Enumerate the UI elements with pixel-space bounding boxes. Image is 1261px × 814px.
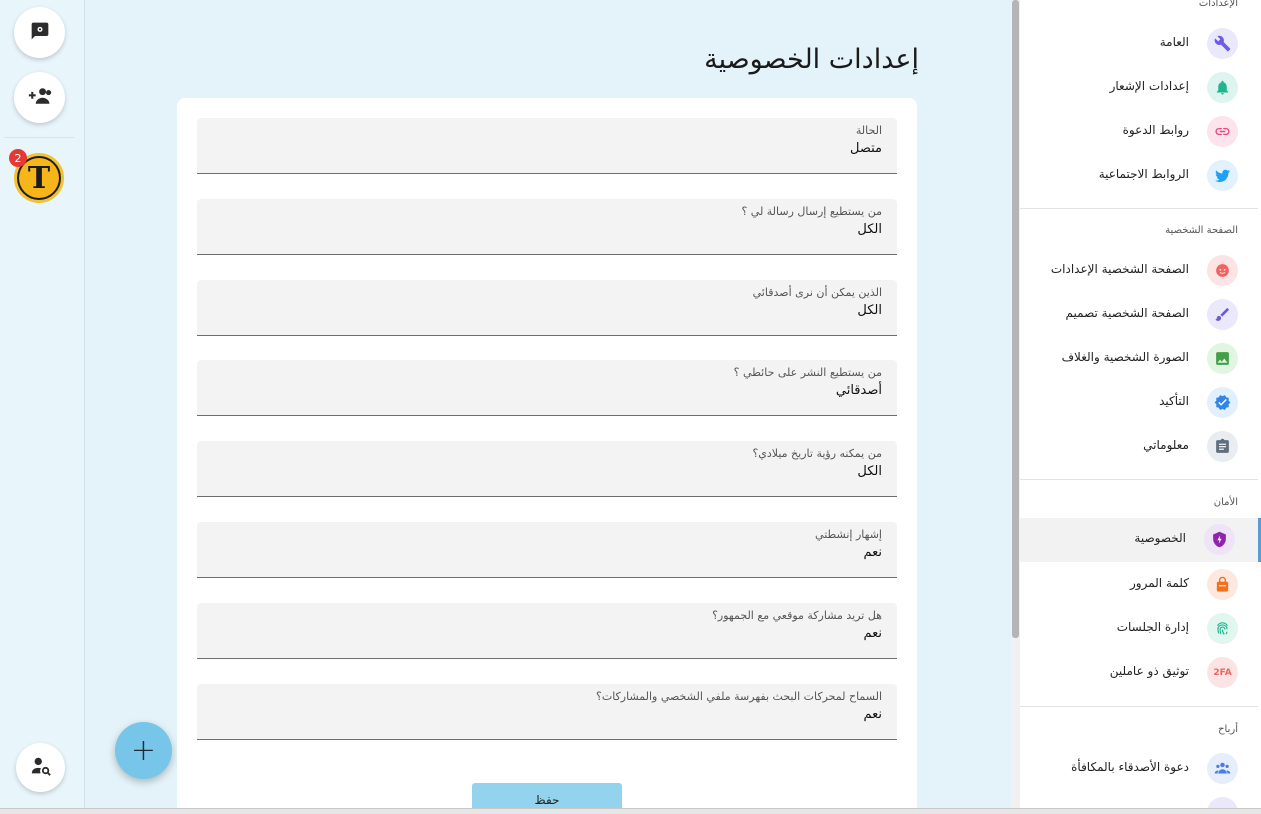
avatar-logo: T	[19, 158, 59, 198]
sidebar-item-label: الخصوصية	[1134, 531, 1186, 545]
section-title-earnings: أرباح	[1218, 724, 1238, 735]
sidebar-item-invite-friends[interactable]: دعوة الأصدقاء بالمكافأة	[1020, 747, 1261, 791]
section-title-settings: الإعدادات	[1198, 0, 1238, 9]
sidebar-item-invite-links[interactable]: روابط الدعوة	[1020, 110, 1261, 154]
chat-settings-icon	[30, 21, 50, 45]
sidebar-item-profile-settings[interactable]: الصفحة الشخصية الإعدادات	[1020, 249, 1261, 293]
shield-icon	[1204, 524, 1235, 555]
sidebar-item-label: إعدادات الإشعار	[1109, 79, 1189, 93]
verified-icon	[1207, 387, 1238, 418]
sidebar-item-label: معلوماتي	[1143, 438, 1189, 452]
fingerprint-icon	[1207, 613, 1238, 644]
sidebar-item-sessions[interactable]: إدارة الجلسات	[1020, 607, 1261, 651]
status-select[interactable]: الحالة متصل	[197, 118, 897, 174]
group-icon	[1207, 753, 1238, 784]
link-icon	[1207, 116, 1238, 147]
sidebar-item-my-info[interactable]: معلوماتي	[1020, 425, 1261, 469]
who-can-message-select[interactable]: من يستطيع إرسال رسالة لي ؟ الكل	[197, 199, 897, 255]
sidebar-item-label: العامة	[1159, 35, 1189, 49]
field-value: نعم	[863, 626, 882, 641]
sidebar-item-label: الروابط الاجتماعية	[1098, 167, 1189, 181]
sidebar-item-partial[interactable]	[1020, 791, 1261, 808]
section-divider	[1020, 479, 1258, 480]
sidebar-item-avatar-cover[interactable]: الصورة الشخصية والغلاف	[1020, 337, 1261, 381]
field-value: متصل	[849, 141, 882, 156]
field-label: هل تريد مشاركة موقعي مع الجمهور؟	[712, 609, 882, 622]
main-content: إعدادات الخصوصية الحالة متصل من يستطيع إ…	[86, 0, 1010, 814]
section-divider	[1020, 706, 1258, 707]
add-friend-button[interactable]	[14, 72, 65, 123]
field-label: الذين يمكن أن نرى أصدقائي	[752, 286, 882, 299]
field-label: إشهار إنشطتي	[815, 528, 882, 541]
person-search-icon	[30, 755, 52, 781]
sidebar-item-privacy[interactable]: الخصوصية	[1020, 518, 1261, 562]
field-value: نعم	[863, 707, 882, 722]
clipboard-icon	[1207, 431, 1238, 462]
notification-badge: 2	[9, 149, 27, 167]
scrollbar-thumb[interactable]	[1012, 0, 1019, 638]
sidebar-item-label: إدارة الجلسات	[1116, 620, 1189, 634]
page-title: إعدادات الخصوصية	[704, 44, 919, 75]
page-scrollbar[interactable]	[1011, 0, 1020, 808]
field-label: السماح لمحركات البحث بفهرسة ملفي الشخصي …	[596, 690, 882, 703]
wrench-icon	[1207, 28, 1238, 59]
sidebar-item-label: الصفحة الشخصية الإعدادات	[1050, 262, 1189, 276]
sidebar-item-password[interactable]: كلمة المرور	[1020, 563, 1261, 607]
field-value: الكل	[857, 303, 882, 318]
sidebar-item-label: دعوة الأصدقاء بالمكافأة	[1071, 760, 1189, 774]
lock-icon	[1207, 569, 1238, 600]
twitter-icon	[1207, 160, 1238, 191]
section-title-profile: الصفحة الشخصية	[1165, 225, 1238, 236]
group-add-icon	[28, 86, 52, 110]
field-label: من يستطيع إرسال رسالة لي ؟	[741, 205, 882, 218]
sidebar-item-verification[interactable]: التأكيد	[1020, 381, 1261, 425]
who-can-see-friends-select[interactable]: الذين يمكن أن نرى أصدقائي الكل	[197, 280, 897, 336]
sidebar-item-two-factor[interactable]: 2FA توثيق ذو عاملين	[1020, 651, 1261, 695]
search-engine-index-select[interactable]: السماح لمحركات البحث بفهرسة ملفي الشخصي …	[197, 684, 897, 740]
field-label: من يستطيع النشر على حائطي ؟	[733, 366, 882, 379]
privacy-settings-card: الحالة متصل من يستطيع إرسال رسالة لي ؟ ا…	[177, 98, 917, 814]
who-can-see-birthday-select[interactable]: من يمكنه رؤية تاريخ ميلادي؟ الكل	[197, 441, 897, 497]
share-location-select[interactable]: هل تريد مشاركة موقعي مع الجمهور؟ نعم	[197, 603, 897, 659]
sidebar-item-notifications[interactable]: إعدادات الإشعار	[1020, 66, 1261, 110]
brush-icon	[1207, 299, 1238, 330]
settings-sidebar: الإعدادات العامة إعدادات الإشعار روابط ا…	[1020, 0, 1261, 808]
sidebar-item-label: الصفحة الشخصية تصميم	[1065, 306, 1189, 320]
image-icon	[1207, 343, 1238, 374]
face-icon	[1207, 255, 1238, 286]
section-divider	[1020, 208, 1258, 209]
left-rail: 2 T	[0, 0, 85, 808]
field-label: من يمكنه رؤية تاريخ ميلادي؟	[752, 447, 882, 460]
sidebar-item-general[interactable]: العامة	[1020, 22, 1261, 66]
sidebar-item-label: توثيق ذو عاملين	[1109, 664, 1189, 678]
sidebar-item-label: التأكيد	[1159, 394, 1189, 408]
bell-icon	[1207, 72, 1238, 103]
field-value: الكل	[857, 464, 882, 479]
sidebar-item-label: الصورة الشخصية والغلاف	[1061, 350, 1189, 364]
who-can-post-wall-select[interactable]: من يستطيع النشر على حائطي ؟ أصدقائي	[197, 360, 897, 416]
horizontal-scrollbar[interactable]	[0, 808, 1261, 814]
sidebar-item-label: روابط الدعوة	[1122, 123, 1189, 137]
field-value: نعم	[863, 545, 882, 560]
chat-settings-button[interactable]	[14, 7, 65, 58]
2fa-icon: 2FA	[1207, 657, 1238, 688]
sidebar-item-social-links[interactable]: الروابط الاجتماعية	[1020, 154, 1261, 198]
partial-icon	[1207, 797, 1238, 808]
rail-divider	[4, 137, 74, 138]
search-user-button[interactable]	[16, 743, 65, 792]
field-value: أصدقائي	[835, 383, 882, 398]
sidebar-item-label: كلمة المرور	[1129, 576, 1189, 590]
section-title-security: الأمان	[1213, 497, 1238, 508]
sidebar-item-profile-design[interactable]: الصفحة الشخصية تصميم	[1020, 293, 1261, 337]
show-activities-select[interactable]: إشهار إنشطتي نعم	[197, 522, 897, 578]
field-value: الكل	[857, 222, 882, 237]
field-label: الحالة	[855, 124, 882, 137]
